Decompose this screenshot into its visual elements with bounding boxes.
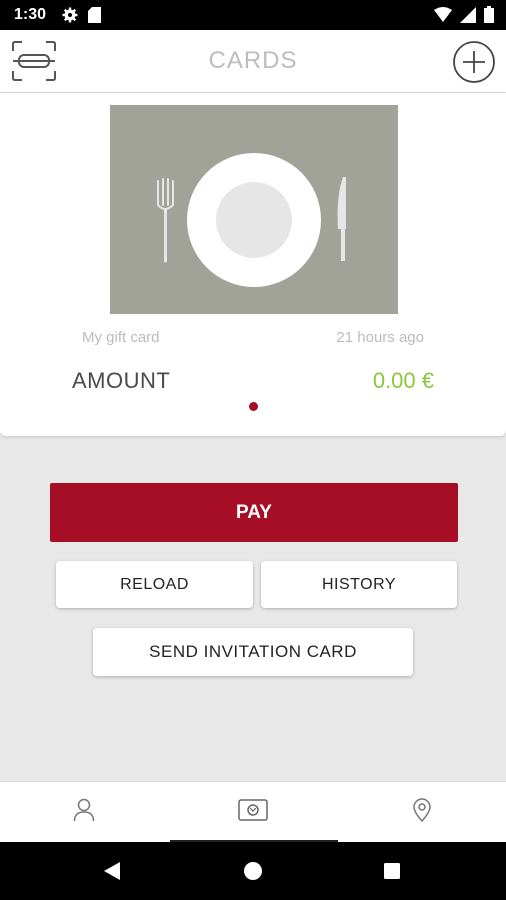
sd-card-icon <box>88 7 101 28</box>
wifi-icon <box>434 7 452 27</box>
card-updated-time: 21 hours ago <box>336 329 424 346</box>
page-indicator-dot <box>249 402 258 411</box>
card-image[interactable] <box>110 105 398 314</box>
app-bar: CARDS <box>0 30 506 93</box>
status-bar: 1:30 <box>0 0 506 30</box>
system-navigation-bar <box>0 842 506 900</box>
knife-icon <box>337 177 346 261</box>
history-button[interactable]: HISTORY <box>261 561 457 608</box>
home-icon[interactable] <box>244 862 262 885</box>
page-title: CARDS <box>208 47 298 74</box>
add-card-button[interactable] <box>452 40 496 84</box>
nav-locations[interactable] <box>338 782 506 843</box>
card-carousel[interactable]: My gift card 21 hours ago AMOUNT 0.00 € <box>0 93 506 436</box>
location-pin-icon <box>412 798 432 827</box>
signal-icon <box>460 6 476 28</box>
plus-circle-icon <box>452 41 496 88</box>
bottom-navigation <box>0 781 506 843</box>
nav-profile[interactable] <box>0 782 168 843</box>
send-invitation-card-button[interactable]: SEND INVITATION CARD <box>93 628 413 676</box>
cards-icon <box>238 799 268 826</box>
amount-label: AMOUNT <box>72 368 171 393</box>
recents-icon[interactable] <box>384 863 400 884</box>
amount-value: 0.00 € <box>372 368 434 393</box>
battery-icon <box>484 6 494 28</box>
fork-icon <box>157 178 174 263</box>
pay-button[interactable]: PAY <box>50 483 458 542</box>
profile-icon <box>73 798 95 827</box>
status-time: 1:30 <box>14 6 47 23</box>
back-icon[interactable] <box>102 861 122 886</box>
card-name: My gift card <box>82 329 160 346</box>
nav-cards[interactable] <box>169 782 337 843</box>
settings-icon <box>62 7 78 28</box>
reload-button[interactable]: RELOAD <box>56 561 253 608</box>
